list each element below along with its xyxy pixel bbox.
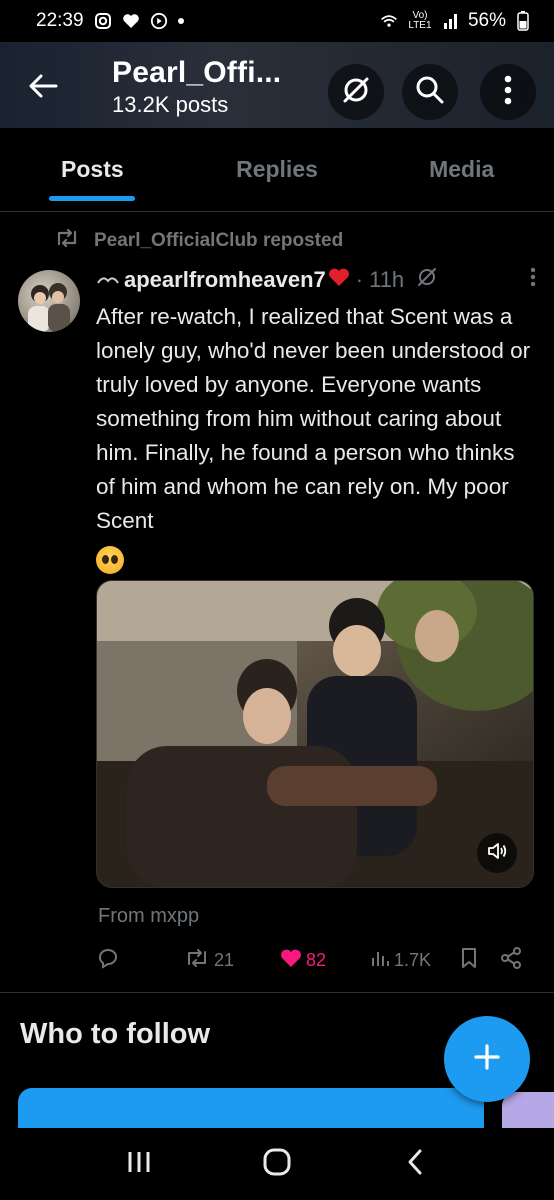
repost-label: Pearl_OfficialClub reposted (94, 230, 344, 251)
plus-icon (472, 1042, 502, 1077)
home-button[interactable] (247, 1139, 307, 1189)
post-more-icon[interactable] (530, 267, 536, 293)
post-body: After re-watch, I realized that Scent wa… (96, 300, 536, 576)
compose-post-button[interactable] (444, 1016, 530, 1102)
page-title: Pearl_Offi... (112, 56, 282, 89)
search-icon (414, 74, 446, 111)
youtube-icon (150, 12, 168, 30)
status-bar: 22:39 Vo) LTE1 56% (0, 0, 554, 42)
post-text: After re-watch, I realized that Scent wa… (96, 304, 531, 533)
post-separator: · (355, 267, 364, 292)
repost-indicator[interactable]: Pearl_OfficialClub reposted (54, 228, 343, 254)
battery-icon (514, 11, 532, 31)
tab-media-label: Media (429, 156, 495, 182)
post-count: 13.2K posts (112, 92, 229, 117)
repost-icon (184, 948, 210, 973)
bookmark-icon (460, 947, 478, 974)
post-author[interactable]: apearlfromheaven7 (124, 267, 326, 293)
tab-posts[interactable]: Posts (0, 128, 185, 211)
wifi-icon (380, 12, 398, 30)
status-time: 22:39 (36, 10, 84, 31)
notification-dot-icon (177, 18, 184, 24)
like-count: 82 (306, 949, 327, 970)
grok-icon (339, 73, 373, 112)
instagram-icon (94, 12, 112, 30)
volume-button[interactable] (477, 833, 517, 873)
grok-button[interactable] (328, 64, 384, 120)
chevron-left-icon (406, 1148, 424, 1181)
reply-icon (96, 946, 120, 975)
more-vertical-icon (504, 75, 512, 110)
recent-apps-icon (126, 1150, 152, 1179)
profile-tabs: Posts Replies Media (0, 128, 554, 212)
avatar[interactable] (18, 270, 80, 332)
home-icon (262, 1147, 292, 1182)
repost-count: 21 (214, 949, 235, 970)
tab-media[interactable]: Media (369, 128, 554, 211)
search-button[interactable] (402, 64, 458, 120)
post-actions: 21 82 1.7K (96, 944, 536, 976)
back-arrow-icon (28, 73, 58, 104)
battery-percent: 56% (467, 10, 506, 31)
reply-button[interactable] (96, 946, 184, 975)
repost-icon (54, 228, 80, 254)
recent-apps-button[interactable] (109, 1139, 169, 1189)
tab-replies[interactable]: Replies (185, 128, 370, 211)
post-video[interactable] (96, 580, 534, 888)
view-count: 1.7K (394, 949, 432, 970)
tab-posts-label: Posts (61, 156, 124, 182)
like-heart-icon (280, 948, 302, 973)
grok-icon[interactable] (416, 266, 438, 294)
tab-replies-label: Replies (236, 156, 318, 182)
share-button[interactable] (500, 946, 530, 974)
like-button[interactable]: 82 (280, 948, 370, 973)
section-divider (0, 992, 554, 993)
nav-back-button[interactable] (385, 1139, 445, 1189)
pleading-face-emoji-icon (96, 546, 124, 575)
red-heart-icon (328, 267, 350, 293)
share-icon (500, 946, 522, 974)
who-to-follow-title: Who to follow (20, 1018, 211, 1050)
post-header: apearlfromheaven7 · 11h (96, 266, 536, 294)
volume-icon (486, 841, 508, 866)
media-source[interactable]: From mxpp (98, 905, 199, 928)
system-nav-bar (0, 1128, 554, 1200)
active-tab-indicator (49, 196, 136, 201)
repost-button[interactable]: 21 (184, 948, 280, 973)
more-button[interactable] (480, 64, 536, 120)
suggested-account-card-next[interactable] (502, 1092, 554, 1128)
profile-header: Pearl_Offi... 13.2K posts (0, 42, 554, 128)
verified-wave-icon (96, 267, 120, 293)
signal-icon (442, 12, 460, 30)
network-label: Vo) LTE1 (408, 10, 432, 31)
heart-icon (122, 12, 140, 30)
post-time[interactable]: 11h (369, 267, 404, 293)
views-button[interactable]: 1.7K (370, 948, 460, 973)
suggested-account-card[interactable] (18, 1088, 484, 1128)
back-button[interactable] (18, 66, 68, 110)
analytics-icon (370, 948, 390, 973)
bookmark-button[interactable] (460, 947, 500, 974)
